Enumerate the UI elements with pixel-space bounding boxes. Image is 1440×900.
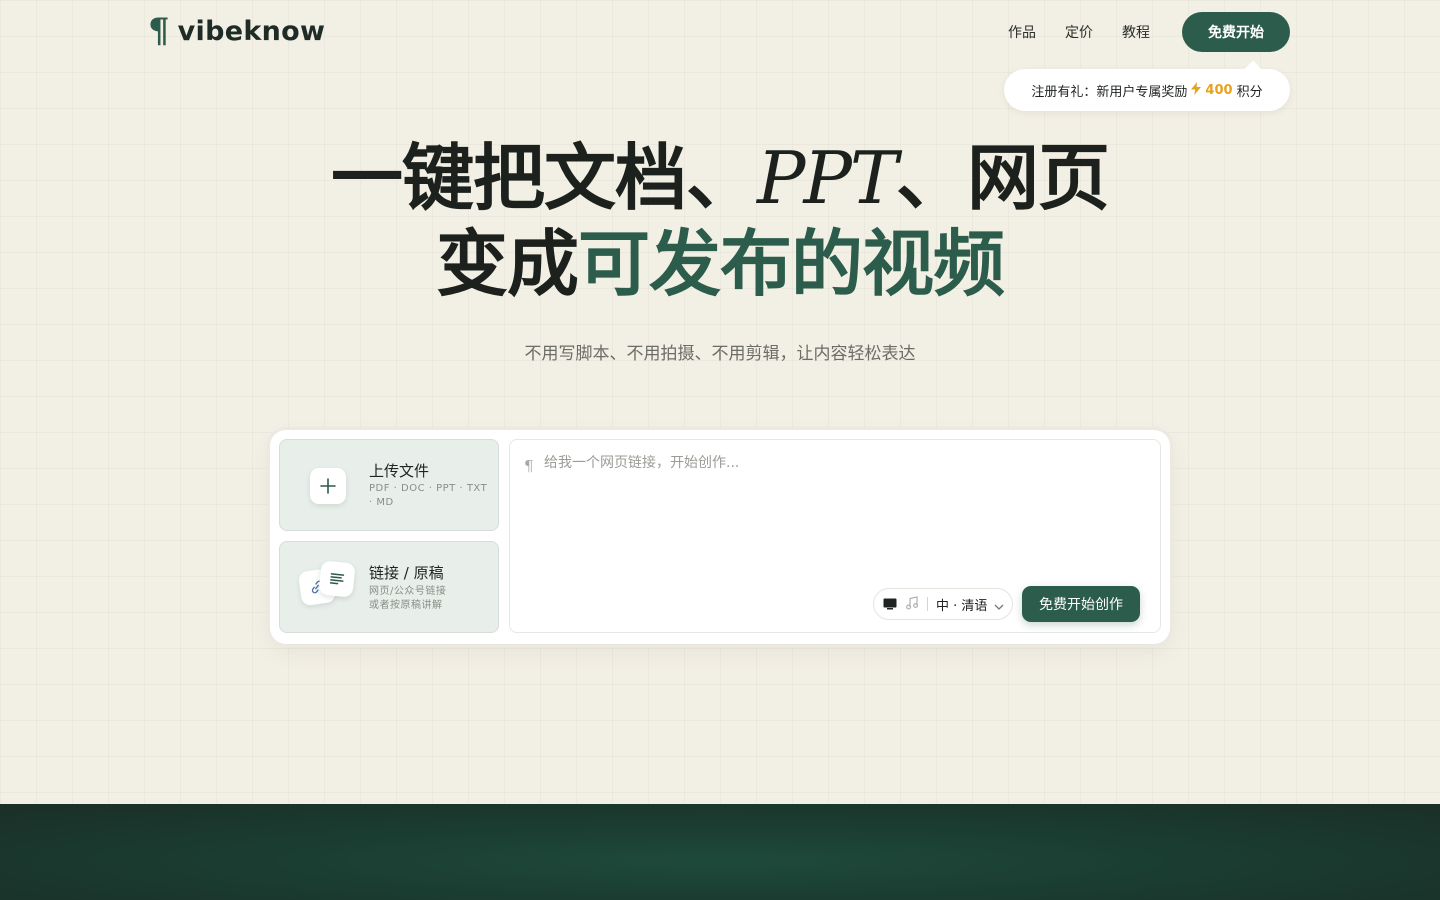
start-creating-button[interactable]: 免费开始创作 [1022,586,1140,622]
nav-item-pricing[interactable]: 定价 [1065,22,1093,42]
link-card-title: 链接 / 原稿 [369,564,444,582]
upload-card-formats: PDF · DOC · PPT · TXT · MD [369,483,488,508]
prompt-editor[interactable]: ¶ 中 · 清语 免费开始创作 [509,439,1161,633]
upload-file-card[interactable]: 上传文件 PDF · DOC · PPT · TXT · MD [279,439,499,531]
signup-promo-tooltip: 注册有礼：新用户专属奖励 400 积分 [1004,69,1290,111]
promo-points-unit: 积分 [1236,84,1263,100]
promo-text: 注册有礼：新用户专属奖励 [1031,84,1188,100]
output-mode-select[interactable]: 中 · 清语 [873,588,1013,620]
nav-item-works[interactable]: 作品 [1008,22,1036,42]
document-text-icon [318,560,356,598]
upload-card-title: 上传文件 [369,462,430,480]
link-source-card[interactable]: 链接 / 原稿 网页/公众号链接 或者按原稿讲解 [279,541,499,633]
music-icon [905,595,919,614]
chevron-down-icon [994,595,1004,614]
plus-icon [310,468,346,504]
footer-section-band [0,804,1440,900]
hero-subtitle: 不用写脚本、不用拍摄、不用剪辑，让内容轻松表达 [524,344,916,364]
hero-title-line-2: 变成可发布的视频 [0,228,1440,300]
brand-name: vibeknow [177,15,326,47]
create-panel: 上传文件 PDF · DOC · PPT · TXT · MD 链接 / 原稿 … [270,430,1170,644]
lightning-icon [1191,81,1202,99]
pilcrow-icon: ¶ [524,457,534,475]
prompt-input[interactable] [544,455,1134,471]
hero-line2-plain: 变成 [435,221,579,306]
hero-line1-post: 、网页 [895,135,1110,220]
promo-points: 400 [1205,82,1233,98]
brand-logo[interactable]: ¶ vibeknow [148,14,325,48]
landing-page: ¶ vibeknow 作品 定价 教程 免费开始 注册有礼：新用户专属奖励 40… [0,0,1440,900]
language-value: 中 · 清语 [936,598,988,614]
get-started-button[interactable]: 免费开始 [1182,12,1290,52]
divider [927,597,928,611]
top-nav: 作品 定价 教程 免费开始 [1008,12,1290,52]
hero-title-line-1: 一键把文档、PPT、网页 [0,142,1440,215]
hero-line1-ppt: PPT [757,136,898,220]
link-card-desc-line-2: 或者按原稿讲解 [369,600,443,611]
pilcrow-logo-icon: ¶ [148,11,170,51]
nav-item-tutorial[interactable]: 教程 [1122,22,1150,42]
hero-line1-pre: 一键把文档、 [331,135,758,220]
screen-icon [883,595,897,614]
link-card-desc: 网页/公众号链接 或者按原稿讲解 [369,585,489,613]
hero-line2-accent: 可发布的视频 [578,221,1005,306]
link-card-desc-line-1: 网页/公众号链接 [369,586,447,597]
